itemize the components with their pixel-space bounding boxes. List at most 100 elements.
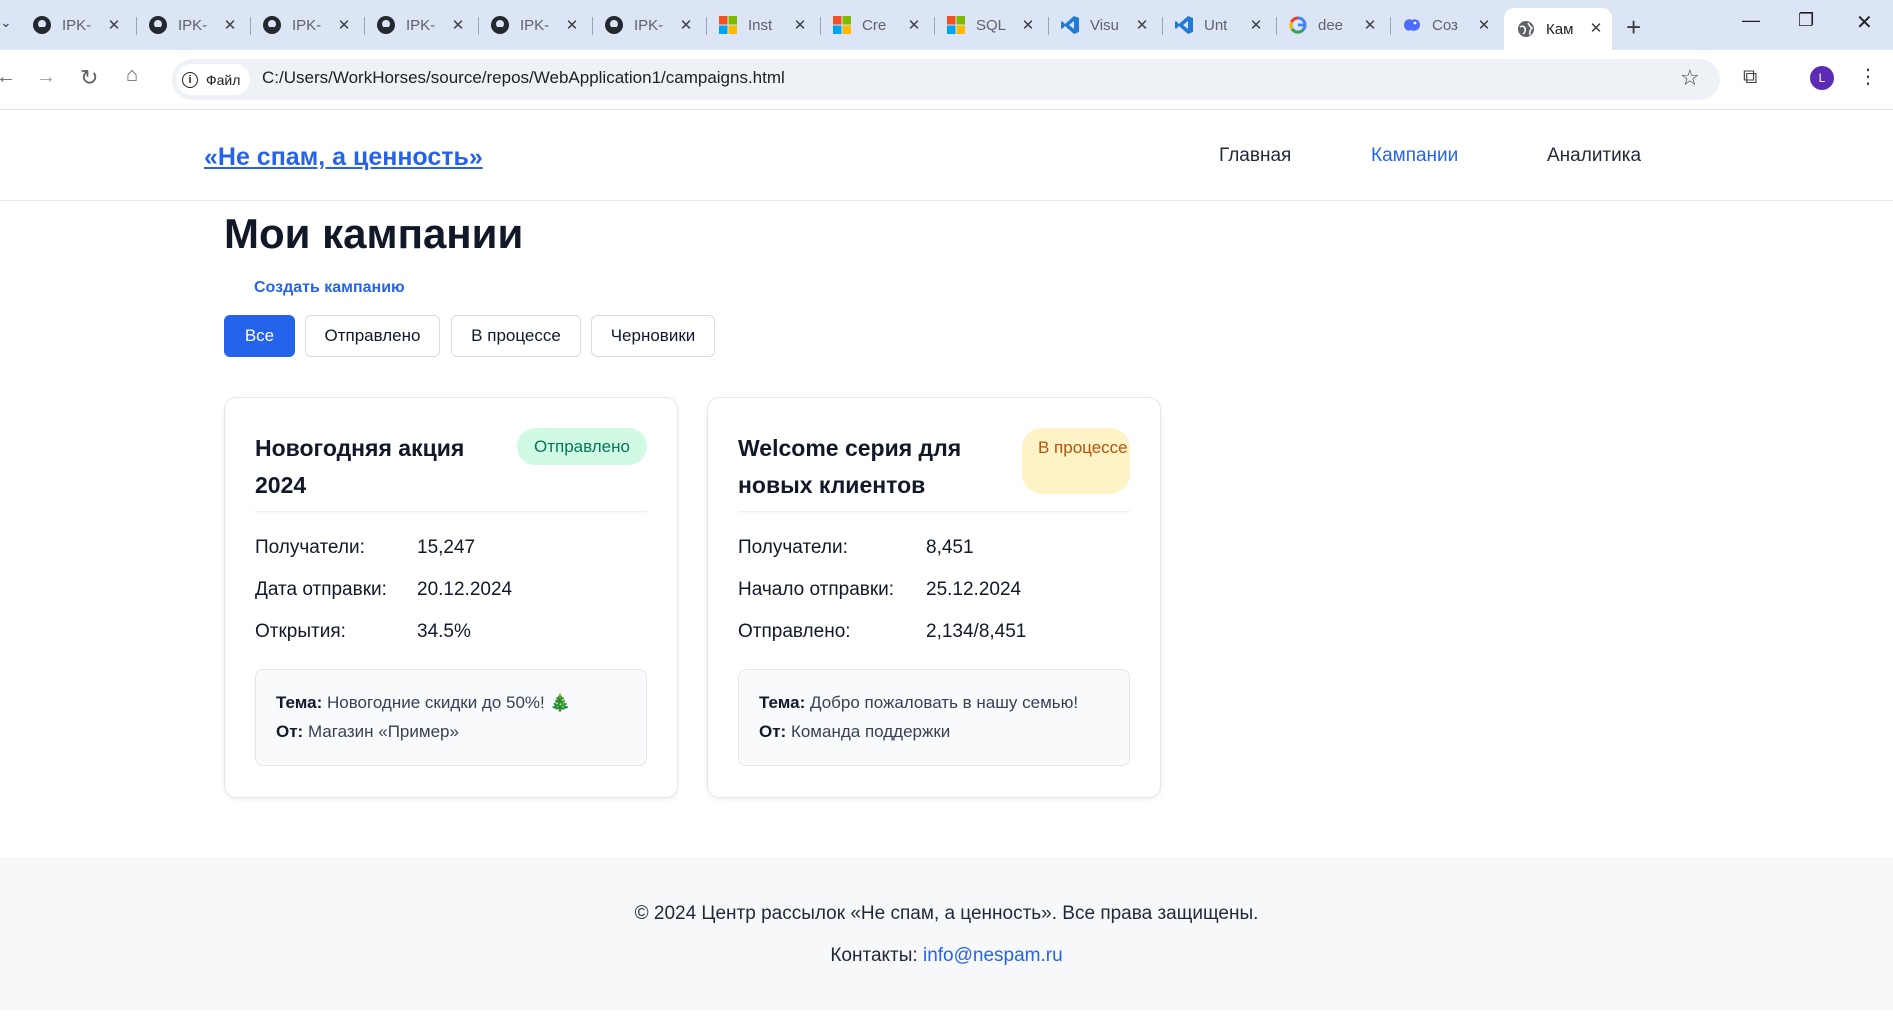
browser-tab-active[interactable]: Кам ✕	[1504, 8, 1612, 50]
stat-label: Получатели:	[255, 537, 365, 558]
stat-label: Отправлено:	[738, 621, 851, 642]
status-badge: Отправлено	[517, 428, 647, 465]
tab-separator	[364, 17, 365, 35]
filter-drafts-button[interactable]: Черновики	[591, 315, 715, 357]
profile-avatar[interactable]: L	[1810, 66, 1834, 90]
stat-label: Открытия:	[255, 621, 346, 642]
tab-search-chevron-icon[interactable]: ⌄	[0, 14, 12, 31]
browser-tab-7[interactable]: Inst ✕	[718, 9, 810, 41]
nav-link-analytics[interactable]: Аналитика	[1547, 145, 1641, 167]
browser-tab-title: Кам	[1546, 20, 1574, 38]
browser-tab-title: IPK-	[520, 16, 550, 34]
close-icon[interactable]: ✕	[448, 15, 468, 35]
nav-link-campaigns[interactable]: Кампании	[1371, 145, 1458, 167]
close-icon[interactable]: ✕	[1132, 15, 1152, 35]
browser-tab-5[interactable]: IPK- ✕	[490, 9, 582, 41]
close-icon[interactable]: ✕	[1018, 15, 1038, 35]
restore-icon[interactable]: ❐	[1798, 10, 1814, 31]
browser-tab-2[interactable]: IPK- ✕	[148, 9, 240, 41]
sender-text: Команда поддержки	[790, 722, 951, 741]
reload-icon[interactable]: ↻	[80, 65, 98, 91]
tab-separator	[1162, 17, 1163, 35]
close-icon[interactable]: ✕	[104, 15, 124, 35]
browser-tab-title: IPK-	[178, 16, 208, 34]
github-icon	[148, 15, 168, 35]
close-icon[interactable]: ✕	[562, 15, 582, 35]
browser-tab-13[interactable]: Соз ✕	[1402, 9, 1494, 41]
tab-separator	[820, 17, 821, 35]
subject-label: Тема:	[759, 693, 806, 712]
browser-tab-1[interactable]: IPK- ✕	[32, 9, 124, 41]
campaign-title: Welcome серия для новых клиентов	[738, 435, 962, 498]
github-icon	[262, 15, 282, 35]
browser-tab-title: Visu	[1090, 16, 1119, 34]
close-icon[interactable]: ✕	[676, 15, 696, 35]
minimize-icon[interactable]: —	[1742, 10, 1760, 31]
url-text[interactable]: C:/Users/WorkHorses/source/repos/WebAppl…	[262, 68, 785, 88]
browser-tab-6[interactable]: IPK- ✕	[604, 9, 696, 41]
browser-tab-title: IPK-	[406, 16, 436, 34]
forward-icon[interactable]: →	[36, 66, 56, 89]
stat-value: 20.12.2024	[417, 579, 513, 600]
filter-in-progress-button[interactable]: В процессе	[451, 315, 581, 357]
browser-tabstrip: ⌄ IPK- ✕ IPK- ✕ IPK- ✕ IPK- ✕ IPK- ✕ IPK…	[0, 0, 1893, 50]
browser-tab-9[interactable]: SQL ✕	[946, 9, 1038, 41]
contact-email-link[interactable]: info@nespam.ru	[923, 945, 1063, 966]
contacts-label: Контакты:	[830, 945, 918, 966]
browser-tab-11[interactable]: Unt ✕	[1174, 9, 1266, 41]
footer-copyright: © 2024 Центр рассылок «Не спам, а ценнос…	[634, 903, 1259, 924]
site-logo-link[interactable]: «Не спам, а ценность»	[204, 143, 483, 172]
microsoft-icon	[832, 15, 852, 35]
stat-label: Начало отправки:	[738, 579, 895, 600]
window-close-icon[interactable]: ✕	[1856, 10, 1873, 35]
stat-value: 8,451	[926, 537, 974, 558]
close-icon[interactable]: ✕	[1360, 15, 1380, 35]
github-icon	[490, 15, 510, 35]
back-icon[interactable]: ←	[0, 66, 16, 89]
bookmark-star-icon[interactable]: ☆	[1680, 65, 1700, 91]
extensions-icon[interactable]: ⧉	[1743, 66, 1757, 89]
home-icon[interactable]: ⌂	[126, 64, 138, 87]
stat-label: Дата отправки:	[255, 579, 387, 600]
create-campaign-link[interactable]: Создать кампанию	[254, 279, 405, 297]
browser-tab-4[interactable]: IPK- ✕	[376, 9, 468, 41]
tab-separator	[478, 17, 479, 35]
close-icon[interactable]: ✕	[790, 15, 810, 35]
sender-text: Магазин «Пример»	[307, 722, 459, 741]
browser-tab-3[interactable]: IPK- ✕	[262, 9, 354, 41]
site-info-chip[interactable]: i Файл	[176, 64, 251, 95]
tab-separator	[1048, 17, 1049, 35]
microsoft-icon	[718, 15, 738, 35]
filter-all-button[interactable]: Все	[224, 315, 295, 357]
browser-tab-10[interactable]: Visu ✕	[1060, 9, 1152, 41]
browser-tab-title: IPK-	[634, 16, 664, 34]
new-tab-icon[interactable]: +	[1626, 12, 1641, 43]
browser-tab-title: SQL	[976, 16, 1006, 34]
close-icon[interactable]: ✕	[1246, 15, 1266, 35]
browser-tab-title: IPK-	[62, 16, 92, 34]
globe-icon	[1516, 19, 1536, 39]
sender-line: От: Команда поддержки	[759, 722, 950, 742]
browser-tab-12[interactable]: dee ✕	[1288, 9, 1380, 41]
deepseek-icon	[1402, 15, 1422, 35]
sender-line: От: Магазин «Пример»	[276, 722, 459, 742]
stat-value: 2,134/8,451	[926, 621, 1027, 642]
browser-tab-title: dee	[1318, 16, 1344, 34]
close-icon[interactable]: ✕	[1586, 18, 1606, 38]
nav-link-home[interactable]: Главная	[1219, 145, 1291, 167]
close-icon[interactable]: ✕	[334, 15, 354, 35]
campaign-card[interactable]: Новогодняя акция 2024 Отправлено Получат…	[224, 397, 678, 798]
campaign-card[interactable]: Welcome серия для новых клиентов В проце…	[707, 397, 1161, 798]
status-badge: В процессе	[1022, 428, 1130, 494]
browser-menu-icon[interactable]: ⋮	[1858, 64, 1878, 89]
close-icon[interactable]: ✕	[220, 15, 240, 35]
browser-tab-8[interactable]: Cre ✕	[832, 9, 924, 41]
stat-label: Получатели:	[738, 537, 848, 558]
campaign-details-box: Тема: Добро пожаловать в нашу семью! От:…	[738, 669, 1130, 766]
filter-sent-button[interactable]: Отправлено	[305, 315, 440, 357]
close-icon[interactable]: ✕	[904, 15, 924, 35]
page-title: Мои кампании	[224, 210, 524, 257]
close-icon[interactable]: ✕	[1474, 15, 1494, 35]
browser-tab-title: IPK-	[292, 16, 322, 34]
google-icon	[1288, 15, 1308, 35]
